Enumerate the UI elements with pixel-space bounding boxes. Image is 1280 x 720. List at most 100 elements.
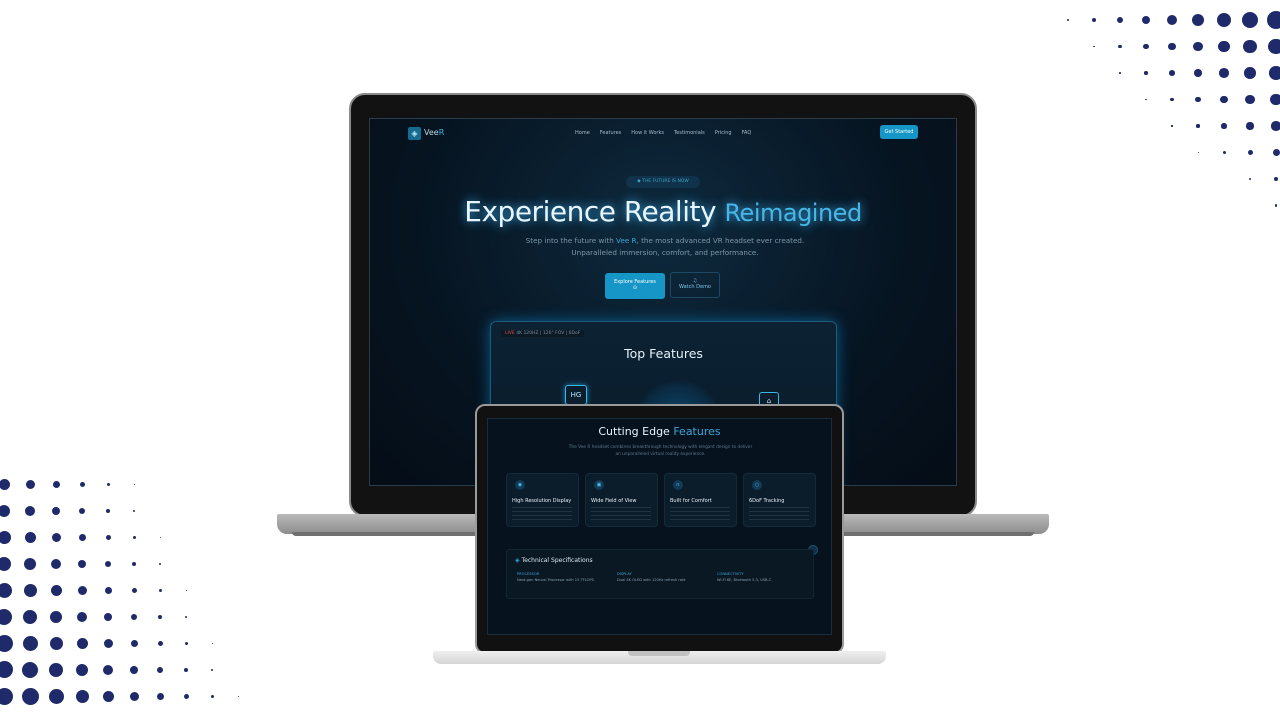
decorative-dot xyxy=(1093,45,1095,48)
nav-link-features[interactable]: Features xyxy=(600,130,622,136)
decorative-dot xyxy=(129,691,139,701)
decorative-dot xyxy=(25,479,35,489)
decorative-dot xyxy=(21,687,39,705)
decorative-dot xyxy=(103,664,113,675)
decorative-dot xyxy=(184,667,188,672)
decorative-dot xyxy=(1067,19,1069,21)
logo-icon[interactable]: ◈ xyxy=(408,127,421,140)
decorative-dot xyxy=(1092,18,1096,22)
decorative-dot xyxy=(133,483,135,485)
feature-card-fov[interactable]: ▣ Wide Field of View xyxy=(585,473,658,527)
feature-card-tracking[interactable]: ○ 6DoF Tracking xyxy=(743,473,816,527)
nav-link-faq[interactable]: FAQ xyxy=(742,130,752,136)
hero-badge: ◆ THE FUTURE IS NOW xyxy=(626,176,700,188)
decorative-dot xyxy=(79,481,85,487)
nav-links: Home Features How it Works Testimonials … xyxy=(575,130,751,136)
top-features-title: Top Features xyxy=(624,346,703,361)
decorative-dot xyxy=(105,560,111,567)
decorative-dot xyxy=(1169,70,1175,76)
tech-specs-box: ◈ Technical Specifications PROCESSOR Next… xyxy=(506,549,814,599)
decorative-dot xyxy=(51,532,61,542)
feature-card-resolution[interactable]: ◉ High Resolution Display xyxy=(506,473,579,527)
decorative-dot xyxy=(159,536,161,538)
decorative-dot xyxy=(131,587,137,593)
decorative-dot xyxy=(24,531,36,543)
feature-card-desc xyxy=(512,507,572,521)
decorative-dot xyxy=(0,504,10,517)
logo-text[interactable]: VeeR xyxy=(424,128,444,137)
decorative-dot xyxy=(104,586,112,594)
decorative-dot xyxy=(0,661,13,678)
decorative-dot xyxy=(1118,44,1122,49)
decorative-dot xyxy=(102,690,114,702)
logo-text-accent: R xyxy=(438,128,445,137)
hero-sub-part1: Step into the future with xyxy=(525,236,614,245)
decorative-dot xyxy=(211,668,213,671)
decorative-dot xyxy=(1221,123,1227,129)
decorative-dot xyxy=(1272,149,1280,156)
explore-features-button[interactable]: Explore Features ⊙ xyxy=(605,273,665,299)
decorative-dot xyxy=(50,610,62,623)
decorative-dot xyxy=(105,534,111,540)
nav-link-how-it-works[interactable]: How it Works xyxy=(631,130,664,136)
decorative-dot xyxy=(1193,41,1203,52)
decorative-dot xyxy=(0,478,10,490)
decorative-dot xyxy=(24,557,36,570)
decorative-dot xyxy=(1117,17,1123,23)
feature-card-title: High Resolution Display xyxy=(512,498,572,504)
chevron-down-icon: ⊙ xyxy=(632,285,638,291)
decorative-dot xyxy=(51,558,61,569)
spec-head: PROCESSOR xyxy=(517,572,540,576)
decorative-dot xyxy=(1246,122,1254,130)
watch-demo-label: Watch Demo xyxy=(678,284,711,290)
decorative-dot xyxy=(1195,96,1201,103)
site-navbar: ◈ VeeR Home Features How it Works Testim… xyxy=(370,119,956,147)
nav-link-testimonials[interactable]: Testimonials xyxy=(674,130,705,136)
decorative-dot xyxy=(1268,38,1280,55)
view-icon: ▣ xyxy=(594,480,604,490)
watch-demo-button[interactable]: ♫ Watch Demo xyxy=(670,272,720,298)
live-indicator: LIVE 4K 120HZ | 120° FOV | 6DoF xyxy=(501,330,585,337)
decorative-dot xyxy=(22,661,38,678)
logo-text-main: Vee xyxy=(424,128,439,137)
feature-card-desc xyxy=(670,507,730,521)
decorative-dot xyxy=(0,530,11,544)
decorative-dot xyxy=(1196,124,1200,128)
decorative-dot xyxy=(52,480,60,488)
decorative-dot xyxy=(49,636,63,650)
nav-link-pricing[interactable]: Pricing xyxy=(715,130,732,136)
decorative-dot xyxy=(157,666,163,673)
decorative-dot xyxy=(0,687,13,705)
spec-head: CONNECTIVITY xyxy=(717,572,744,576)
hero-sub-brand: Vee R xyxy=(616,236,637,245)
spec-value: Wi-Fi 6E, Bluetooth 5.3, USB-C xyxy=(717,578,772,582)
decorative-dot xyxy=(185,589,187,591)
decorative-dot xyxy=(131,613,137,620)
tech-specs-title-text: Technical Specifications xyxy=(521,557,593,564)
tracking-icon: ○ xyxy=(752,480,762,490)
decorative-dot xyxy=(50,584,62,596)
decorative-dot xyxy=(103,638,113,648)
spec-value: Dual 4K OLED with 120Hz refresh rate xyxy=(617,578,686,582)
hero-title-main: Experience Reality xyxy=(464,195,717,228)
decorative-dot xyxy=(158,614,162,619)
decorative-dot xyxy=(1218,40,1230,53)
decorative-dot xyxy=(156,692,164,700)
nav-link-home[interactable]: Home xyxy=(575,130,590,136)
eye-icon: ◉ xyxy=(515,480,525,490)
chip-icon: ◈ xyxy=(515,557,520,564)
live-info: 4K 120HZ | 120° FOV | 6DoF xyxy=(516,331,581,336)
decorative-dot xyxy=(79,507,85,514)
decorative-dot xyxy=(22,635,38,651)
decorative-dot xyxy=(1194,69,1202,77)
hero-title: Experience Reality Reimagined xyxy=(370,195,956,228)
get-started-button[interactable]: Get Started xyxy=(880,125,918,139)
decorative-dot xyxy=(133,509,135,512)
decorative-dot xyxy=(130,665,138,674)
spec-connectivity: CONNECTIVITY Wi-Fi 6E, Bluetooth 5.3, USB… xyxy=(717,572,812,590)
decorative-dot xyxy=(48,688,64,704)
hero-subtitle: Step into the future with Vee R, the mos… xyxy=(520,235,810,259)
decorative-dot xyxy=(1271,121,1280,131)
decorative-dot xyxy=(1144,71,1148,75)
feature-card-comfort[interactable]: ∩ Built for Comfort xyxy=(664,473,737,527)
